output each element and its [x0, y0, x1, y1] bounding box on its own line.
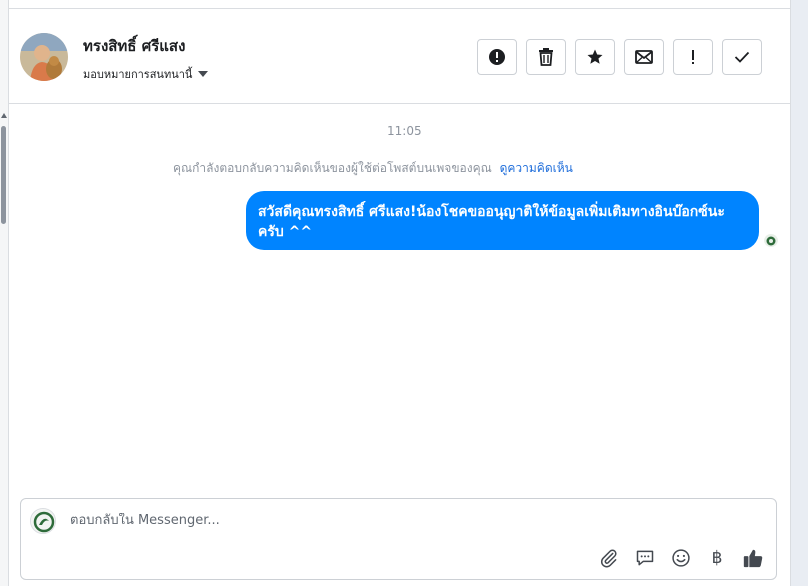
contact-avatar[interactable] [20, 33, 68, 81]
mark-done-button[interactable] [722, 39, 762, 75]
assign-conversation-dropdown[interactable]: มอบหมายการสนทนานี้ [83, 65, 209, 83]
notice-text: คุณกำลังตอบกลับความคิดเห็นของผู้ใช้ต่อโพ… [173, 161, 492, 175]
star-button[interactable] [575, 39, 615, 75]
contact-name[interactable]: ทรงสิทธิ์ ศรีแสง [83, 34, 185, 58]
reply-context-notice: คุณกำลังตอบกลับความคิดเห็นของผู้ใช้ต่อโพ… [173, 159, 573, 178]
mark-spam-button[interactable] [477, 39, 517, 75]
emoji-icon[interactable] [670, 547, 692, 569]
exclamation-icon [692, 50, 694, 64]
scroll-up-arrow-icon[interactable] [1, 113, 7, 118]
trash-icon [539, 48, 553, 66]
envelope-icon [635, 50, 653, 64]
composer-toolbar: ฿ [598, 547, 764, 569]
check-icon [734, 51, 750, 63]
right-edge-panel [790, 0, 808, 586]
page-avatar [30, 508, 56, 534]
left-scroll-panel [0, 0, 9, 586]
paperclip-icon[interactable] [598, 547, 620, 569]
caret-down-icon [198, 71, 209, 77]
scrollbar-thumb[interactable] [1, 126, 6, 224]
seen-indicator-avatar [764, 233, 778, 247]
alert-circle-icon [489, 49, 505, 65]
conversation-header: ทรงสิทธิ์ ศรีแสง มอบหมายการสนทนานี้ [9, 9, 790, 104]
outgoing-message-bubble: สวัสดีคุณทรงสิทธิ์ ศรีแสง!น้องโชคขออนุญา… [246, 191, 759, 250]
star-icon [587, 49, 603, 64]
saved-reply-icon[interactable] [634, 547, 656, 569]
reply-composer: ฿ [20, 498, 777, 580]
delete-button[interactable] [526, 39, 566, 75]
conversation-actions [477, 39, 762, 75]
view-comment-link[interactable]: ดูความคิดเห็น [500, 161, 573, 175]
reply-input[interactable] [70, 513, 750, 528]
thumbs-up-icon[interactable] [742, 547, 764, 569]
assign-label: มอบหมายการสนทนานี้ [83, 68, 193, 81]
message-timestamp: 11:05 [387, 124, 422, 138]
mark-unread-button[interactable] [624, 39, 664, 75]
follow-up-button[interactable] [673, 39, 713, 75]
baht-icon[interactable]: ฿ [706, 547, 728, 569]
